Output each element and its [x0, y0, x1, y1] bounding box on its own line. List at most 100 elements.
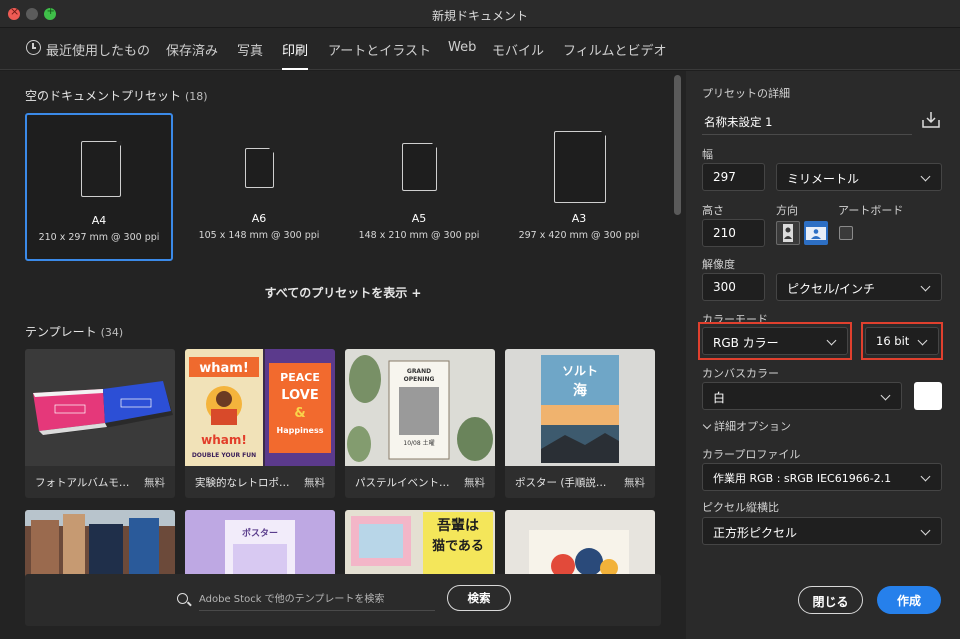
template-card[interactable]: 吾輩は 猫である	[345, 510, 495, 580]
preset-a5[interactable]: A5 148 x 210 mm @ 300 ppi	[345, 113, 493, 261]
svg-text:Happiness: Happiness	[277, 426, 324, 435]
template-card[interactable]: wham! wham! DOUBLE YOUR FUN PEACE LOVE &…	[185, 349, 335, 498]
template-thumbnail: wham! wham! DOUBLE YOUR FUN PEACE LOVE &…	[185, 349, 335, 466]
template-price: 無料	[464, 477, 485, 489]
document-icon	[554, 130, 607, 203]
svg-text:吾輩は: 吾輩は	[437, 517, 479, 534]
width-label: 幅	[702, 148, 713, 161]
document-icon	[402, 142, 438, 191]
template-thumbnail: GRAND OPENING 10/08 土曜	[345, 349, 495, 466]
tab-art-illustration[interactable]: アートとイラスト	[328, 40, 431, 59]
blank-presets-title: 空のドキュメントプリセット	[25, 89, 182, 103]
canvas-color-select[interactable]: 白	[702, 382, 902, 410]
poster-purple-image: ポスター	[185, 510, 335, 580]
templates-count: (34)	[100, 326, 124, 339]
template-thumbnail: ソルト 海	[505, 349, 655, 466]
template-name: 実験的なレトロポ…	[195, 477, 290, 489]
height-input[interactable]: 210	[702, 219, 765, 247]
novel-poster-image: 吾輩は 猫である	[345, 510, 495, 580]
template-name: フォトアルバムモ…	[35, 477, 130, 489]
artboard-label: アートボード	[838, 204, 904, 217]
preset-details-panel: プリセットの詳細 名称未設定 1 幅 297 ミリメートル 高さ 方向 アートボ…	[686, 71, 960, 639]
template-name: ポスター (手順説…	[515, 477, 607, 489]
height-label: 高さ	[702, 204, 724, 217]
preset-size: 297 x 420 mm @ 300 ppi	[518, 230, 640, 241]
color-profile-label: カラープロファイル	[702, 448, 801, 461]
save-preset-icon[interactable]	[922, 111, 940, 129]
preset-size: 148 x 210 mm @ 300 ppi	[358, 230, 480, 241]
svg-text:GRAND: GRAND	[407, 368, 431, 375]
template-card[interactable]: GRAND OPENING 10/08 土曜 パステルイベント… 無料	[345, 349, 495, 498]
city-collage-image	[25, 510, 175, 580]
template-price: 無料	[144, 477, 165, 489]
category-tabs: 最近使用したもの 保存済み 写真 印刷 アートとイラスト Web モバイル フィ…	[0, 28, 960, 70]
portrait-orientation-icon[interactable]	[776, 221, 800, 245]
active-tab-indicator	[282, 68, 308, 70]
pixel-aspect-select[interactable]: 正方形ピクセル	[702, 517, 942, 545]
svg-text:wham!: wham!	[199, 361, 249, 376]
svg-text:ポスター: ポスター	[242, 527, 278, 539]
advanced-options-toggle[interactable]: 詳細オプション	[702, 418, 791, 434]
landscape-orientation-icon[interactable]	[804, 221, 828, 245]
svg-text:wham!: wham!	[201, 433, 247, 447]
preset-details-title: プリセットの詳細	[702, 87, 790, 100]
canvas-color-swatch[interactable]	[914, 382, 942, 410]
preset-size: 210 x 297 mm @ 300 ppi	[38, 232, 160, 243]
preset-a6[interactable]: A6 105 x 148 mm @ 300 ppi	[185, 113, 333, 261]
canvas-color-label: カンバスカラー	[702, 367, 779, 380]
color-mode-select[interactable]: RGB カラー	[702, 327, 848, 355]
resolution-unit-select[interactable]: ピクセル/インチ	[776, 273, 942, 301]
svg-text:DOUBLE YOUR FUN: DOUBLE YOUR FUN	[192, 452, 256, 459]
resolution-input[interactable]: 300	[702, 273, 765, 301]
resolution-label: 解像度	[702, 258, 735, 271]
search-button[interactable]: 検索	[447, 585, 511, 611]
bit-depth-select[interactable]: 16 bit	[865, 327, 939, 355]
svg-text:猫である: 猫である	[432, 538, 484, 554]
width-input[interactable]: 297	[702, 163, 765, 191]
svg-text:PEACE: PEACE	[280, 371, 320, 384]
template-card[interactable]: ポスター	[185, 510, 335, 580]
show-all-presets-link[interactable]: すべてのプリセットを表示 +	[0, 284, 686, 301]
photo-album-image	[25, 349, 175, 466]
tab-recent[interactable]: 最近使用したもの	[46, 40, 150, 59]
preset-name: A5	[411, 212, 427, 225]
blank-presets-heading: 空のドキュメントプリセット (18)	[25, 87, 208, 104]
templates-title: テンプレート	[25, 325, 97, 339]
artboard-checkbox[interactable]	[839, 226, 853, 240]
svg-text:LOVE: LOVE	[281, 388, 318, 403]
clock-icon	[26, 40, 41, 55]
templates-heading: テンプレート (34)	[25, 323, 123, 340]
preset-a4[interactable]: A4 210 x 297 mm @ 300 ppi	[25, 113, 173, 261]
width-unit-select[interactable]: ミリメートル	[776, 163, 942, 191]
preset-a3[interactable]: A3 297 x 420 mm @ 300 ppi	[505, 113, 653, 261]
title-bar: 新規ドキュメント	[0, 0, 960, 28]
document-icon	[245, 147, 275, 188]
illustration-poster-image	[505, 510, 655, 580]
template-name: パステルイベント…	[355, 477, 450, 489]
template-thumbnail	[25, 349, 175, 466]
pixel-aspect-label: ピクセル縦横比	[702, 501, 779, 514]
svg-text:10/08 土曜: 10/08 土曜	[403, 439, 434, 447]
template-price: 無料	[624, 477, 645, 489]
svg-text:ソルト: ソルト	[562, 364, 598, 378]
svg-text:&: &	[294, 406, 305, 421]
template-card[interactable]: フォトアルバムモ… 無料	[25, 349, 175, 498]
template-card[interactable]	[25, 510, 175, 580]
scrollbar[interactable]	[674, 75, 681, 215]
svg-text:海: 海	[573, 382, 587, 399]
retro-pop-image: wham! wham! DOUBLE YOUR FUN PEACE LOVE &…	[185, 349, 335, 466]
tab-web[interactable]: Web	[448, 40, 476, 55]
color-profile-select[interactable]: 作業用 RGB : sRGB IEC61966-2.1	[702, 463, 942, 491]
document-name-field[interactable]: 名称未設定 1	[702, 109, 912, 135]
template-card[interactable]: ソルト 海 ポスター (手順説… 無料	[505, 349, 655, 498]
tab-photo[interactable]: 写真	[237, 40, 263, 59]
tab-saved[interactable]: 保存済み	[166, 40, 218, 59]
create-button[interactable]: 作成	[877, 586, 941, 614]
template-card[interactable]	[505, 510, 655, 580]
tab-film-video[interactable]: フィルムとビデオ	[563, 40, 666, 59]
tab-mobile[interactable]: モバイル	[492, 40, 544, 59]
chevron-down-icon	[702, 420, 712, 430]
stock-search-input[interactable]	[199, 589, 435, 611]
tab-print[interactable]: 印刷	[282, 40, 308, 59]
close-button[interactable]: 閉じる	[798, 586, 863, 614]
